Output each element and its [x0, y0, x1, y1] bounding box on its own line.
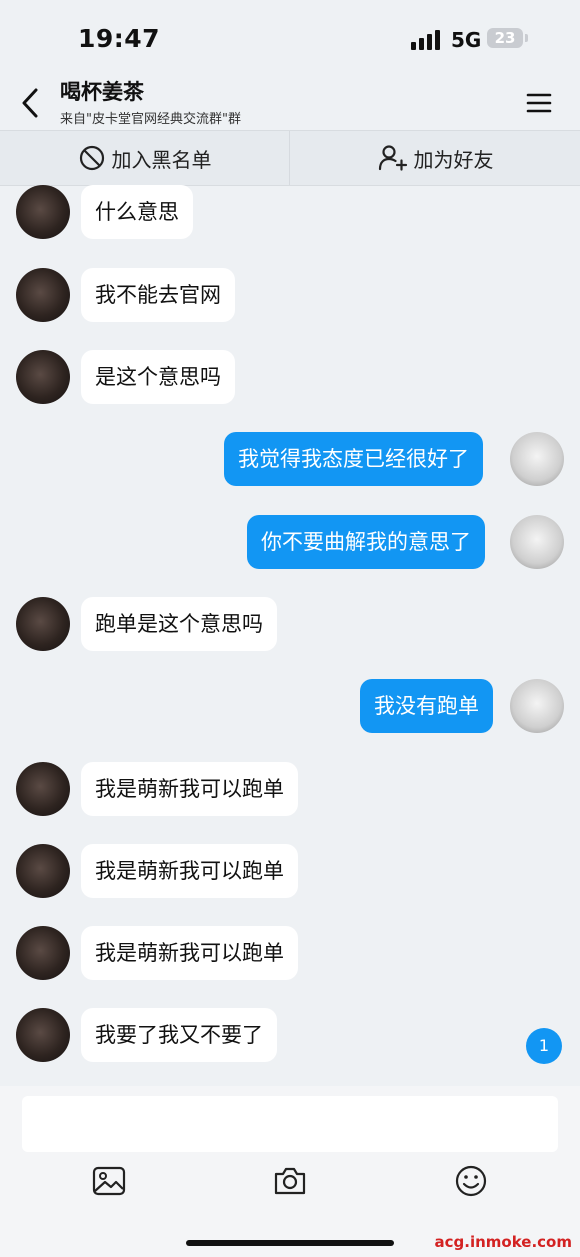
message-bubble-incoming[interactable]: 什么意思: [81, 185, 193, 239]
self-avatar[interactable]: [510, 515, 564, 569]
sender-avatar[interactable]: [16, 762, 70, 816]
self-avatar[interactable]: [510, 432, 564, 486]
chat-subtitle: 来自"皮卡堂官网经典交流群"群: [60, 112, 241, 127]
add-friend-label: 加为好友: [413, 147, 494, 172]
home-indicator: [186, 1240, 394, 1246]
message-bubble-incoming[interactable]: 我是萌新我可以跑单: [81, 844, 298, 898]
status-bar: 19:47 5G 23: [0, 0, 580, 76]
message-bubble-outgoing[interactable]: 我觉得我态度已经很好了: [224, 432, 483, 486]
message-input[interactable]: [22, 1096, 558, 1152]
action-divider: [289, 131, 290, 185]
action-bar: 加入黑名单 加为好友: [0, 130, 580, 186]
signal-icon: [411, 30, 440, 50]
message-bubble-incoming[interactable]: 是这个意思吗: [81, 350, 235, 404]
blacklist-label: 加入黑名单: [111, 147, 212, 172]
sender-avatar[interactable]: [16, 926, 70, 980]
sender-avatar[interactable]: [16, 185, 70, 239]
message-bubble-incoming[interactable]: 我是萌新我可以跑单: [81, 926, 298, 980]
menu-icon[interactable]: [524, 88, 554, 118]
image-icon[interactable]: [92, 1164, 126, 1198]
sender-avatar[interactable]: [16, 1008, 70, 1062]
message-bubble-outgoing[interactable]: 我没有跑单: [360, 679, 493, 733]
back-icon[interactable]: [16, 82, 46, 124]
self-avatar[interactable]: [510, 679, 564, 733]
block-icon: [79, 145, 104, 171]
chat-header: 喝杯姜茶 来自"皮卡堂官网经典交流群"群: [0, 76, 580, 130]
camera-icon[interactable]: [273, 1164, 307, 1198]
message-bubble-incoming[interactable]: 我要了我又不要了: [81, 1008, 277, 1062]
emoji-icon[interactable]: [454, 1164, 488, 1198]
composer: [0, 1086, 580, 1257]
sender-avatar[interactable]: [16, 844, 70, 898]
sender-avatar[interactable]: [16, 268, 70, 322]
sender-avatar[interactable]: [16, 597, 70, 651]
sender-avatar[interactable]: [16, 350, 70, 404]
blacklist-button[interactable]: 加入黑名单: [0, 131, 289, 185]
add-user-icon: [378, 145, 407, 171]
message-bubble-incoming[interactable]: 跑单是这个意思吗: [81, 597, 277, 651]
watermark: acg.inmoke.com: [434, 1233, 572, 1251]
chat-title: 喝杯姜茶: [60, 80, 144, 104]
add-friend-button[interactable]: 加为好友: [291, 131, 580, 185]
network-type: 5G: [451, 28, 482, 52]
status-time: 19:47: [78, 24, 161, 53]
message-bubble-incoming[interactable]: 我不能去官网: [81, 268, 235, 322]
unread-badge[interactable]: 1: [526, 1028, 562, 1064]
battery-tip: [525, 34, 528, 42]
message-bubble-incoming[interactable]: 我是萌新我可以跑单: [81, 762, 298, 816]
message-bubble-outgoing[interactable]: 你不要曲解我的意思了: [247, 515, 485, 569]
battery-icon: 23: [487, 28, 523, 48]
